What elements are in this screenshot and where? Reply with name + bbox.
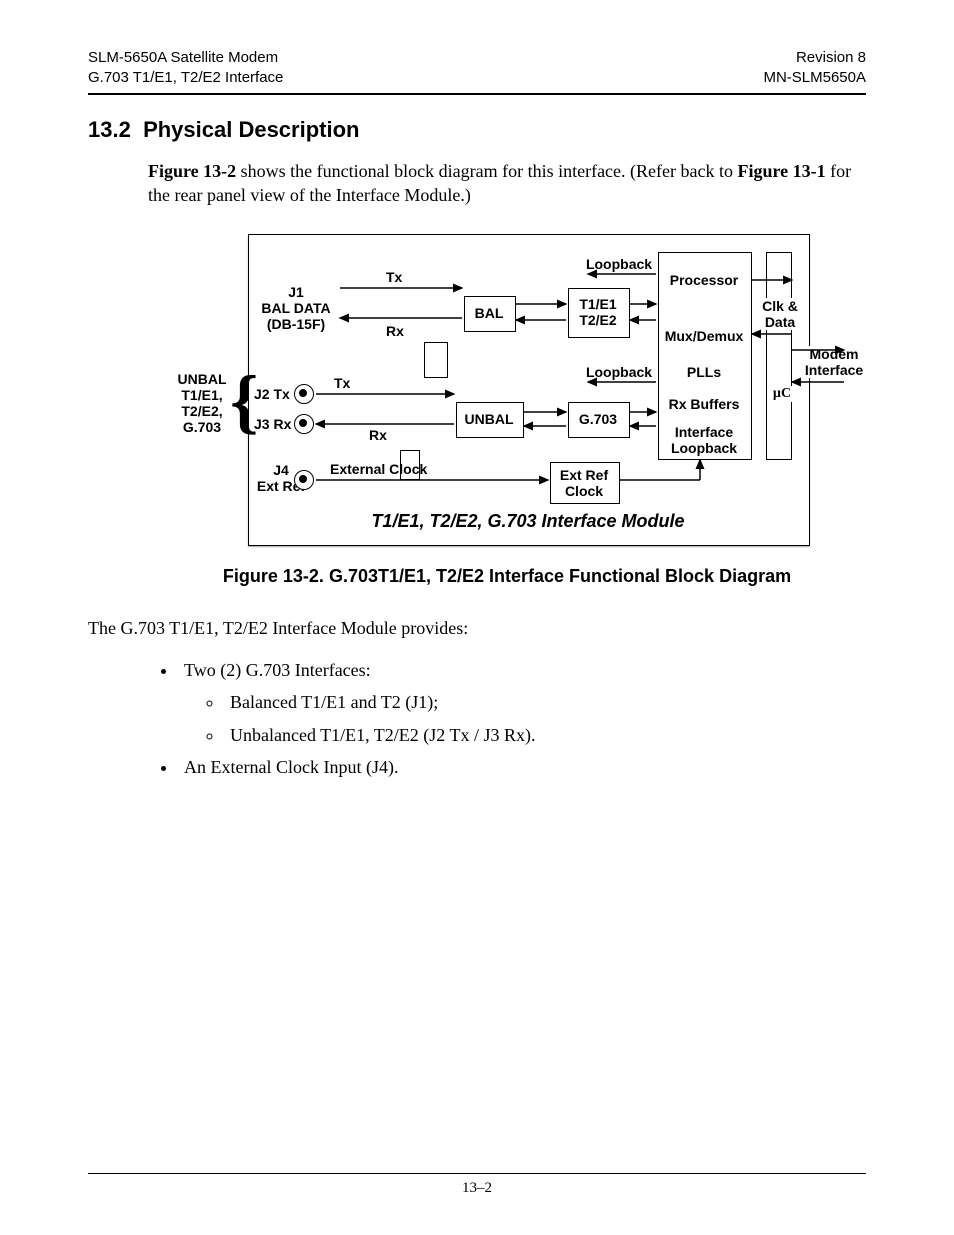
page-header: SLM-5650A Satellite Modem G.703 T1/E1, T… (88, 48, 866, 87)
header-right-1: Revision 8 (763, 48, 866, 68)
bullet-1: Two (2) G.703 Interfaces: Balanced T1/E1… (178, 658, 866, 747)
bullet-list: Two (2) G.703 Interfaces: Balanced T1/E1… (88, 658, 866, 779)
header-rule (88, 93, 866, 95)
header-right-2: MN-SLM5650A (763, 68, 866, 88)
block-diagram: J1 BAL DATA (DB-15F) UNBAL T1/E1, T2/E2,… (148, 226, 866, 544)
body-lead: The G.703 T1/E1, T2/E2 Interface Module … (88, 616, 866, 640)
page: SLM-5650A Satellite Modem G.703 T1/E1, T… (0, 0, 954, 1235)
footer-rule (88, 1173, 866, 1174)
figure-ref-13-2: Figure 13-2 (148, 161, 236, 181)
intro-paragraph: Figure 13-2 shows the functional block d… (148, 159, 866, 208)
svg-text:Rx: Rx (386, 323, 404, 339)
svg-text:Tx: Tx (334, 375, 351, 391)
header-left-2: G.703 T1/E1, T2/E2 Interface (88, 68, 283, 88)
diagram-arrows: Tx Rx Tx Rx (168, 226, 846, 544)
sub-bullet-2: Unbalanced T1/E1, T2/E2 (J2 Tx / J3 Rx). (224, 723, 866, 747)
section-number: 13.2 (88, 117, 131, 142)
figure-ref-13-1: Figure 13-1 (737, 161, 825, 181)
bullet-2: An External Clock Input (J4). (178, 755, 866, 779)
section-title: Physical Description (143, 117, 359, 142)
section-heading: 13.2 Physical Description (88, 117, 866, 143)
svg-text:Tx: Tx (386, 269, 403, 285)
figure-caption: Figure 13-2. G.703T1/E1, T2/E2 Interface… (148, 564, 866, 588)
svg-text:External Clock: External Clock (330, 461, 427, 477)
header-left-1: SLM-5650A Satellite Modem (88, 48, 283, 68)
sub-bullet-1: Balanced T1/E1 and T2 (J1); (224, 690, 866, 714)
page-number: 13–2 (462, 1180, 492, 1196)
svg-text:Rx: Rx (369, 427, 387, 443)
page-footer: 13–2 (88, 1166, 866, 1198)
